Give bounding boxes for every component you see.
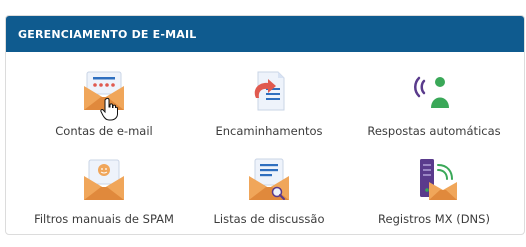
tile-label: Encaminhamentos	[215, 124, 323, 138]
email-management-panel: GERENCIAMENTO DE E-MAIL Contas de e-mail	[5, 15, 525, 235]
tile-label: Listas de discussão	[213, 212, 325, 226]
spam-filter-envelope-icon	[84, 159, 124, 200]
tile-spam-filters[interactable]: Filtros manuais de SPAM	[18, 146, 190, 226]
autoresponder-person-icon	[414, 76, 449, 108]
panel-title: GERENCIAMENTO DE E-MAIL	[18, 27, 197, 41]
tile-label: Registros MX (DNS)	[378, 212, 490, 226]
forward-document-icon	[254, 71, 285, 111]
tile-autoresponders[interactable]: Respostas automáticas	[348, 58, 520, 138]
tile-mailing-lists[interactable]: Listas de discussão	[183, 146, 355, 226]
tile-mx-records[interactable]: Registros MX (DNS)	[348, 146, 520, 226]
tile-label: Respostas automáticas	[367, 124, 501, 138]
email-tools-grid: Contas de e-mail Encaminhamentos Respost…	[6, 52, 524, 234]
tile-label: Contas de e-mail	[55, 124, 153, 138]
tile-email-accounts[interactable]: Contas de e-mail	[18, 58, 190, 138]
mx-server-icon	[420, 159, 457, 200]
panel-header: GERENCIAMENTO DE E-MAIL	[6, 16, 524, 52]
tile-forwarders[interactable]: Encaminhamentos	[183, 58, 355, 138]
tile-label: Filtros manuais de SPAM	[34, 212, 174, 226]
envelope-icon	[84, 71, 124, 110]
mailing-list-envelope-icon	[249, 158, 289, 200]
